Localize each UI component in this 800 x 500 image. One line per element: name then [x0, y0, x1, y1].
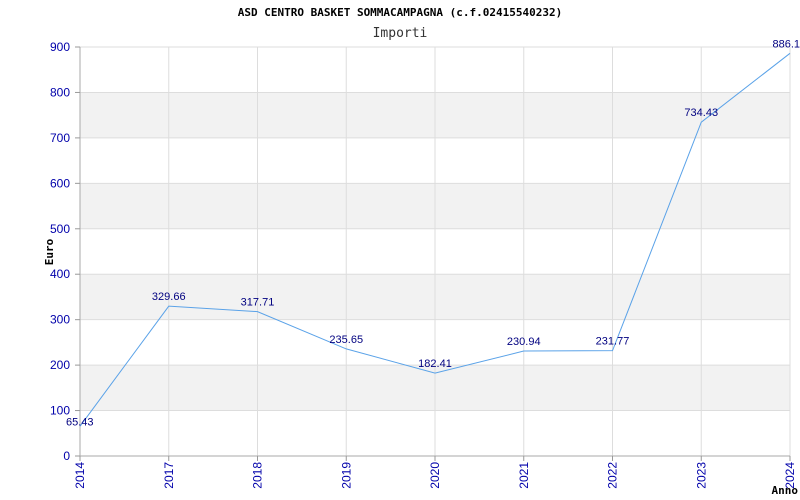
y-tick-label: 0: [63, 449, 70, 463]
chart-subtitle: Importi: [373, 26, 428, 41]
y-tick-label: 700: [50, 131, 70, 145]
y-tick-label: 800: [50, 85, 70, 99]
x-tick-label: 2018: [251, 462, 265, 489]
x-tick-label: 2020: [428, 462, 442, 489]
data-label: 317.71: [241, 297, 275, 309]
data-label: 235.65: [329, 334, 363, 346]
x-tick-label: 2014: [73, 462, 87, 489]
data-label: 329.66: [152, 291, 186, 303]
y-tick-label: 400: [50, 267, 70, 281]
data-label: 230.94: [507, 336, 541, 348]
y-tick-label: 500: [50, 222, 70, 236]
y-tick-label: 600: [50, 176, 70, 190]
y-tick-label: 200: [50, 358, 70, 372]
x-tick-label: 2022: [606, 462, 620, 489]
x-tick-label: 2021: [517, 462, 531, 489]
data-label: 182.41: [418, 358, 452, 370]
data-label: 734.43: [684, 107, 718, 119]
x-axis-label: Anno: [772, 484, 799, 497]
x-axis-ticks: 2014 2017 2018 2019 2020 2021 2022 2023 2024: [73, 456, 797, 489]
data-label: 65.43: [66, 416, 94, 428]
x-tick-label: 2017: [162, 462, 176, 489]
y-tick-label: 300: [50, 313, 70, 327]
x-tick-label: 2019: [339, 462, 353, 489]
line-chart: 0100200300400500600700800900 2014 2017 201…: [43, 6, 800, 497]
data-label: 231.77: [596, 336, 630, 348]
data-label: 886.1: [772, 38, 800, 50]
y-axis-label: Euro: [43, 238, 56, 265]
y-tick-label: 900: [50, 40, 70, 54]
x-tick-label: 2023: [694, 462, 708, 489]
chart-title: ASD CENTRO BASKET SOMMACAMPAGNA (c.f.024…: [238, 6, 563, 19]
